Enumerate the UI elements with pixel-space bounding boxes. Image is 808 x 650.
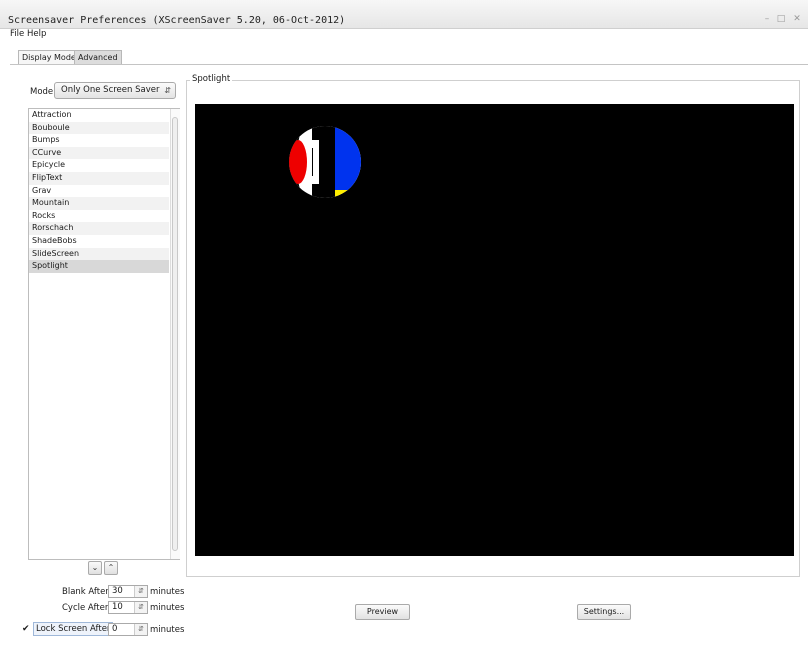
close-icon[interactable]: ✕ bbox=[792, 14, 802, 24]
lock-after-spinner[interactable]: 0 ⇵ bbox=[108, 623, 148, 636]
blank-units: minutes bbox=[150, 587, 185, 597]
blank-after-value: 30 bbox=[112, 586, 123, 596]
scrollbar-thumb[interactable] bbox=[172, 117, 178, 551]
combo-arrows-icon: ⇵ bbox=[164, 86, 171, 95]
list-item[interactable]: Attraction bbox=[29, 109, 169, 122]
lock-screen-label[interactable]: Lock Screen After bbox=[33, 622, 114, 636]
move-down-button[interactable]: ⌄ bbox=[88, 561, 102, 575]
menu-file[interactable]: File bbox=[10, 29, 24, 39]
window-title: Screensaver Preferences (XScreenSaver 5.… bbox=[8, 15, 346, 26]
list-item[interactable]: SlideScreen bbox=[29, 247, 169, 261]
list-item-selected[interactable]: Spotlight bbox=[29, 260, 169, 273]
cycle-after-label: Cycle After bbox=[62, 603, 109, 613]
maximize-icon[interactable]: □ bbox=[776, 14, 786, 24]
list-item[interactable]: Bouboule bbox=[29, 121, 169, 135]
preview-frame-title: Spotlight bbox=[190, 74, 233, 84]
list-item[interactable]: Mountain bbox=[29, 197, 169, 210]
lock-after-value: 0 bbox=[112, 624, 118, 634]
lock-checkbox-icon[interactable]: ✔ bbox=[22, 624, 30, 634]
title-bar: Screensaver Preferences (XScreenSaver 5.… bbox=[0, 0, 808, 29]
list-item[interactable]: FlipText bbox=[29, 171, 169, 185]
list-item[interactable]: ShadeBobs bbox=[29, 235, 169, 248]
chevron-up-icon: ⌃ bbox=[107, 563, 115, 572]
cycle-after-value: 10 bbox=[112, 602, 123, 612]
lock-units: minutes bbox=[150, 625, 185, 635]
tab-advanced[interactable]: Advanced bbox=[74, 50, 122, 64]
mode-select-value: Only One Screen Saver bbox=[61, 85, 160, 95]
mode-label: Mode: bbox=[30, 87, 57, 97]
list-item[interactable]: Epicycle bbox=[29, 159, 169, 172]
spin-arrows-icon[interactable]: ⇵ bbox=[134, 602, 147, 613]
menu-bar: File Help bbox=[0, 28, 808, 42]
preview-screen bbox=[195, 104, 794, 556]
spin-arrows-icon[interactable]: ⇵ bbox=[134, 624, 147, 635]
cycle-units: minutes bbox=[150, 603, 185, 613]
move-up-button[interactable]: ⌃ bbox=[104, 561, 118, 575]
list-item[interactable]: Bumps bbox=[29, 134, 169, 147]
list-item[interactable]: Grav bbox=[29, 185, 169, 198]
list-item[interactable]: CCurve bbox=[29, 146, 169, 160]
blank-after-spinner[interactable]: 30 ⇵ bbox=[108, 585, 148, 598]
minimize-icon[interactable]: – bbox=[762, 14, 772, 24]
chevron-down-icon: ⌄ bbox=[91, 563, 99, 572]
cycle-after-spinner[interactable]: 10 ⇵ bbox=[108, 601, 148, 614]
preview-button[interactable]: Preview bbox=[355, 604, 410, 620]
menu-help[interactable]: Help bbox=[27, 29, 46, 39]
spotlight-preview-graphic bbox=[289, 126, 361, 198]
list-scrollbar[interactable] bbox=[170, 109, 180, 559]
spin-arrows-icon[interactable]: ⇵ bbox=[134, 586, 147, 597]
mode-select[interactable]: Only One Screen Saver ⇵ bbox=[54, 82, 176, 99]
blank-after-label: Blank After bbox=[62, 587, 109, 597]
saver-list[interactable]: Attraction Bouboule Bumps CCurve Epicycl… bbox=[28, 108, 180, 560]
list-item[interactable]: Rocks bbox=[29, 210, 169, 223]
list-item[interactable]: Rorschach bbox=[29, 222, 169, 235]
settings-button[interactable]: Settings... bbox=[577, 604, 631, 620]
